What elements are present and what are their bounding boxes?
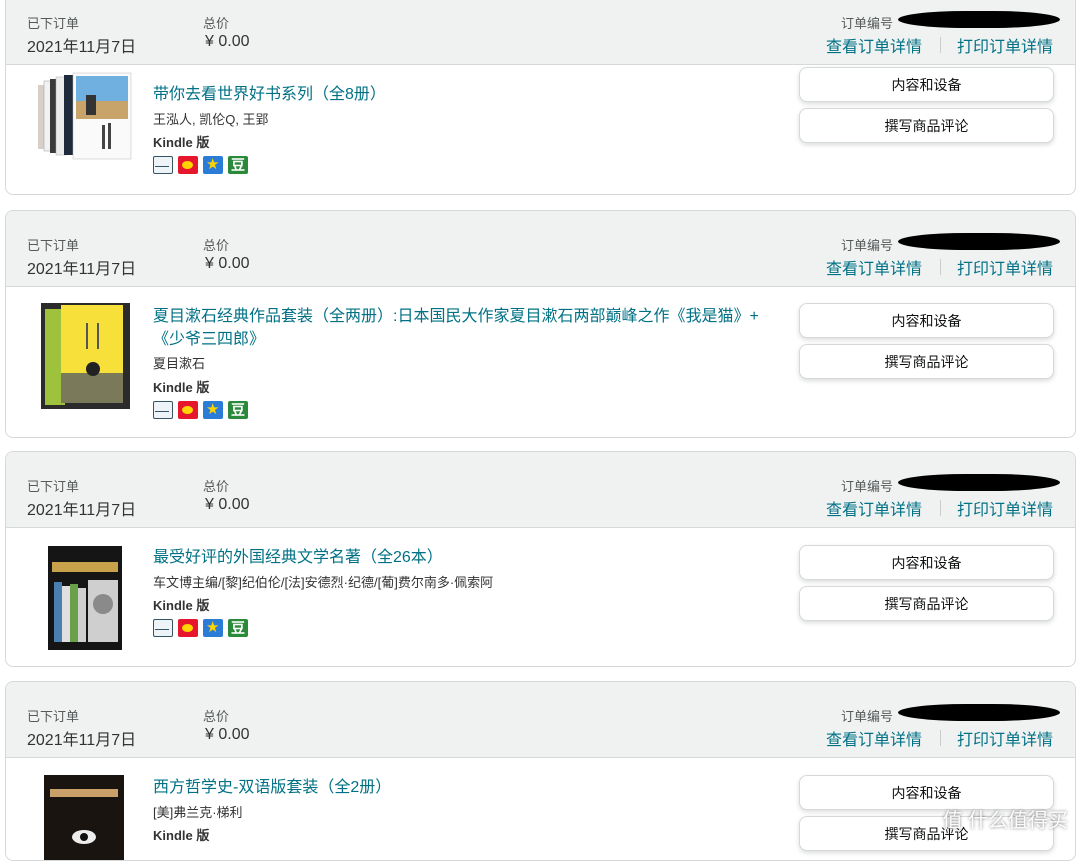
product-format: Kindle 版	[153, 828, 210, 843]
order-total-label: 总价	[203, 709, 230, 724]
order-header: 已下订单 2021年11月7日 总价 ¥ 0.00 订单编号 查看订单详情 打印…	[6, 682, 1075, 758]
order-date: 2021年11月7日	[27, 502, 137, 519]
write-review-button[interactable]: 撰写商品评论	[799, 344, 1054, 379]
order-number-redaction	[898, 704, 1060, 721]
print-order-details-link[interactable]: 打印订单详情	[957, 33, 1053, 57]
write-review-button[interactable]: 撰写商品评论	[799, 108, 1054, 143]
link-divider	[940, 37, 941, 53]
content-and-devices-button[interactable]: 内容和设备	[799, 545, 1054, 580]
order-header: 已下订单 2021年11月7日 总价 ¥ 0.00 订单编号 查看订单详情 打印…	[6, 211, 1075, 287]
weibo-share-icon[interactable]	[178, 619, 198, 637]
print-order-details-link[interactable]: 打印订单详情	[957, 255, 1053, 279]
content-and-devices-button[interactable]: 内容和设备	[799, 303, 1054, 338]
book-cover[interactable]	[44, 775, 124, 860]
order-total-label: 总价	[203, 479, 230, 494]
content-and-devices-button[interactable]: 内容和设备	[799, 67, 1054, 102]
order-total: ¥ 0.00	[205, 496, 250, 513]
book-cover[interactable]	[41, 303, 130, 409]
order-header: 已下订单 2021年11月7日 总价 ¥ 0.00 订单编号 查看订单详情 打印…	[6, 0, 1075, 65]
product-format: Kindle 版	[153, 598, 210, 613]
view-order-details-link[interactable]: 查看订单详情	[826, 726, 922, 750]
print-order-details-link[interactable]: 打印订单详情	[957, 726, 1053, 750]
qzone-share-icon[interactable]	[203, 618, 223, 637]
link-divider	[940, 730, 941, 746]
email-share-icon[interactable]	[153, 401, 173, 419]
product-author: [美]弗兰克·梯利	[153, 805, 243, 820]
order-total: ¥ 0.00	[205, 33, 250, 50]
product-title-link[interactable]: 夏目漱石经典作品套装（全两册）:日本国民大作家夏目漱石两部巅峰之作《我是猫》+《…	[153, 305, 773, 351]
order-total-label: 总价	[203, 238, 230, 253]
order-card: 已下订单 2021年11月7日 总价 ¥ 0.00 订单编号 查看订单详情 打印…	[5, 451, 1076, 667]
qzone-share-icon[interactable]	[203, 400, 223, 419]
orders-list: 已下订单 2021年11月7日 总价 ¥ 0.00 订单编号 查看订单详情 打印…	[0, 0, 1080, 861]
weibo-share-icon[interactable]	[178, 401, 198, 419]
product-title-link[interactable]: 最受好评的外国经典文学名著（全26本）	[153, 546, 773, 569]
email-share-icon[interactable]	[153, 619, 173, 637]
product-format: Kindle 版	[153, 380, 210, 395]
order-placed-label: 已下订单	[27, 709, 80, 724]
order-number-redaction	[898, 474, 1060, 491]
book-cover[interactable]	[48, 546, 122, 650]
order-card: 已下订单 2021年11月7日 总价 ¥ 0.00 订单编号 查看订单详情 打印…	[5, 681, 1076, 861]
order-number-redaction	[898, 233, 1060, 250]
site-watermark: 值 什么值得买	[942, 810, 1068, 832]
order-date: 2021年11月7日	[27, 39, 137, 56]
qzone-share-icon[interactable]	[203, 155, 223, 174]
order-placed-label: 已下订单	[27, 16, 80, 31]
order-number-label: 订单编号	[841, 238, 894, 253]
weibo-share-icon[interactable]	[178, 156, 198, 174]
view-order-details-link[interactable]: 查看订单详情	[826, 33, 922, 57]
order-number-label: 订单编号	[841, 709, 894, 724]
view-order-details-link[interactable]: 查看订单详情	[826, 496, 922, 520]
order-number-label: 订单编号	[841, 479, 894, 494]
order-card: 已下订单 2021年11月7日 总价 ¥ 0.00 订单编号 查看订单详情 打印…	[5, 210, 1076, 438]
order-total: ¥ 0.00	[205, 726, 250, 743]
douban-share-icon[interactable]: 豆	[228, 156, 248, 174]
book-cover[interactable]	[36, 71, 134, 161]
order-header: 已下订单 2021年11月7日 总价 ¥ 0.00 订单编号 查看订单详情 打印…	[6, 452, 1075, 528]
order-total: ¥ 0.00	[205, 255, 250, 272]
link-divider	[940, 259, 941, 275]
product-format: Kindle 版	[153, 135, 210, 150]
print-order-details-link[interactable]: 打印订单详情	[957, 496, 1053, 520]
product-author: 夏目漱石	[153, 356, 206, 371]
email-share-icon[interactable]	[153, 156, 173, 174]
order-card: 已下订单 2021年11月7日 总价 ¥ 0.00 订单编号 查看订单详情 打印…	[5, 0, 1076, 195]
order-placed-label: 已下订单	[27, 479, 80, 494]
order-number-redaction	[898, 11, 1060, 28]
product-author: 王泓人, 凯伦Q, 王郢	[153, 112, 269, 127]
product-author: 车文博主编/[黎]纪伯伦/[法]安德烈·纪德/[葡]费尔南多·佩索阿	[153, 575, 494, 590]
order-placed-label: 已下订单	[27, 238, 80, 253]
order-total-label: 总价	[203, 16, 230, 31]
product-title-link[interactable]: 西方哲学史-双语版套装（全2册）	[153, 776, 773, 799]
order-date: 2021年11月7日	[27, 261, 137, 278]
order-date: 2021年11月7日	[27, 732, 137, 749]
douban-share-icon[interactable]: 豆	[228, 401, 248, 419]
douban-share-icon[interactable]: 豆	[228, 619, 248, 637]
product-title-link[interactable]: 带你去看世界好书系列（全8册）	[153, 83, 773, 106]
link-divider	[940, 500, 941, 516]
write-review-button[interactable]: 撰写商品评论	[799, 586, 1054, 621]
view-order-details-link[interactable]: 查看订单详情	[826, 255, 922, 279]
order-number-label: 订单编号	[841, 16, 894, 31]
